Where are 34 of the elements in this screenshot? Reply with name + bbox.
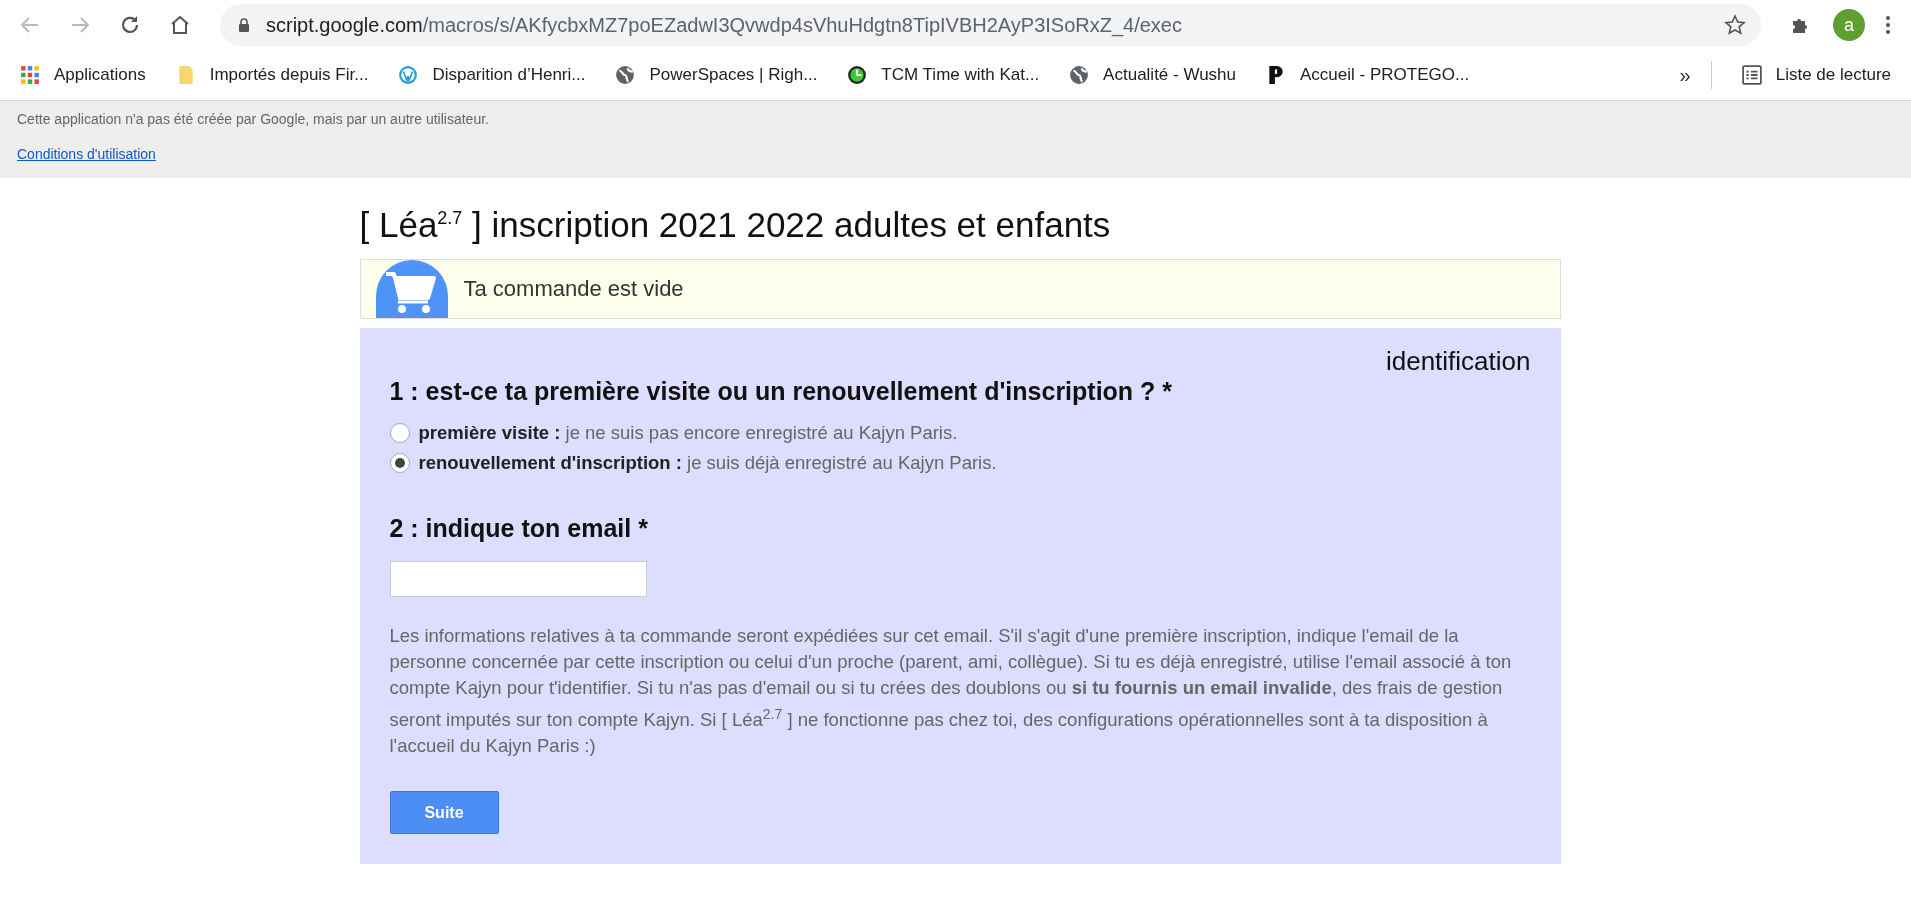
reading-list-button[interactable]: Liste de lecture (1741, 65, 1891, 85)
bookmark[interactable]: Accueil - PROTEGO... (1266, 65, 1470, 85)
bookmark[interactable]: PowerSpaces | Righ... (615, 65, 818, 85)
bookmarks-overflow[interactable]: » (1679, 63, 1691, 87)
help-paragraph: Les informations relatives à ta commande seront expédiées sur cet email. S'il s'agit d'une première inscription, indique l'email de la personne concernée par cette inscription ou celui d'un proche (parent, ami, collègue). Si tu es déjà enregistré, utilise l'email associé à ton compte Kajyn pour t'identifier. Si tu n'as pas d'email ou si tu crées des doublons ou si tu fournis un email invalide, des frais de gestion seront imputés sur ton compte Kajyn. Si [ Léa$^{2.7}$ ] ne fonctionne pas chez toi, des configurations opérationnelles sont à ta disposition à l'accueil du Kajyn Paris :) (389, 624, 1513, 759)
bookmark[interactable]: Importés depuis Fir... (175, 65, 369, 85)
clock-icon (847, 65, 868, 85)
cart-status-text: Ta commande est vide (463, 276, 684, 302)
bookmark[interactable]: TCM Time with Kat... (847, 65, 1040, 85)
option-label: renouvellement d'inscription : je suis déjà enregistré au Kajyn Paris. (418, 452, 997, 474)
list-icon (1741, 65, 1762, 85)
email-field[interactable] (389, 561, 647, 597)
lock-icon (236, 17, 252, 33)
wordpress-icon (398, 65, 419, 85)
star-icon[interactable] (1723, 13, 1747, 37)
bookmark[interactable]: Applications (20, 65, 146, 85)
address-bar[interactable]: script.google.com/macros/s/AKfycbxMZ7poEZadwI3Qvwdp4sVhuHdgtn8TipIVBH2AyP3ISoRxZ_4/exec (220, 4, 1761, 46)
radio-button[interactable] (389, 423, 410, 443)
menu-icon[interactable] (1885, 15, 1891, 35)
globe-icon (615, 65, 636, 85)
option-label: première visite : je ne suis pas encore enregistré au Kajyn Paris. (418, 422, 958, 444)
bookmark[interactable]: Actualité - Wushu (1069, 65, 1237, 85)
bookmark[interactable]: Disparition d’Henri... (398, 65, 586, 85)
notice-text: Cette application n'a pas été créée par Google, mais par un autre utilisateur. (17, 111, 490, 127)
question-heading: 2 : indique ton email * (389, 514, 649, 543)
section-label: identification (1384, 346, 1531, 377)
terms-link[interactable]: Conditions d'utilisation (17, 146, 156, 162)
page-title: [ Léa$^{2.7}$ ] inscription 2021 2022 adultes et enfants (359, 205, 1112, 245)
apps-grid-icon (20, 65, 40, 85)
question-heading: 1 : est-ce ta première visite ou un renouvellement d'inscription ? * (389, 377, 1174, 406)
url-text: script.google.com/macros/s/AKfycbxMZ7poEZadwI3Qvwdp4sVhuHdgtn8TipIVBH2AyP3ISoRxZ_4/exec (266, 13, 1183, 37)
radio-button[interactable] (389, 453, 410, 473)
shopping-cart-icon (374, 260, 449, 318)
globe-icon (1069, 65, 1090, 85)
